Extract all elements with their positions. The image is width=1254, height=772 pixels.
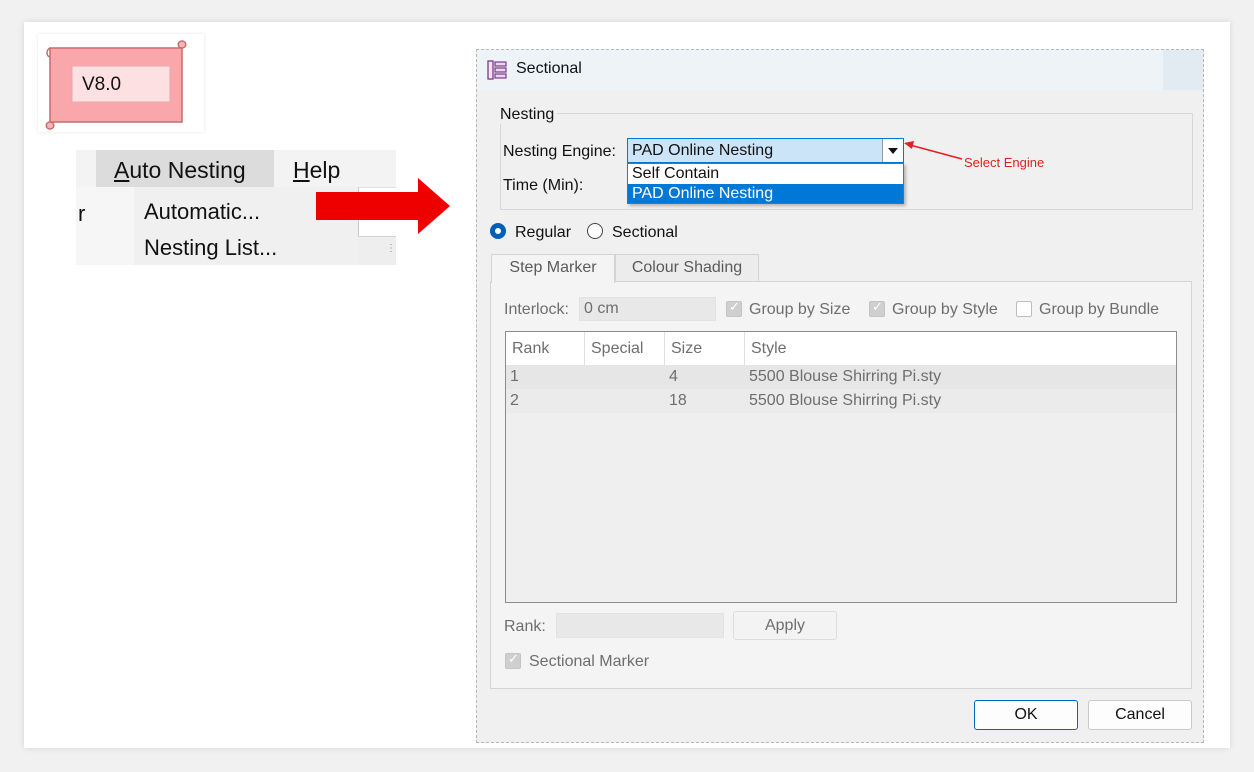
cell-rank: 1 (510, 368, 519, 385)
option-pad-online-nesting[interactable]: PAD Online Nesting (628, 184, 903, 203)
nesting-engine-select[interactable]: PAD Online Nesting (627, 138, 904, 163)
interlock-label: Interlock: (504, 301, 569, 318)
radio-sectional[interactable] (587, 223, 603, 239)
nesting-engine-value: PAD Online Nesting (632, 142, 774, 159)
table-row[interactable]: 1 4 5500 Blouse Shirring Pi.sty (506, 365, 1176, 389)
cell-style: 5500 Blouse Shirring Pi.sty (749, 368, 942, 385)
grip-icon: ⋮ (386, 243, 396, 254)
nesting-group-label: Nesting (500, 106, 558, 124)
sectional-marker-checkbox[interactable] (505, 652, 521, 669)
group-by-bundle-label[interactable]: Group by Bundle (1039, 301, 1159, 319)
dialog-title: Sectional (516, 60, 582, 77)
table-header: Rank Special Size Style (506, 332, 1176, 366)
radio-regular[interactable] (490, 223, 506, 239)
rank-input[interactable] (556, 613, 724, 638)
rank-label: Rank: (504, 618, 546, 635)
radio-regular-label[interactable]: Regular (515, 224, 571, 242)
version-label: V8.0 (82, 74, 122, 95)
titlebar-control-area (1163, 50, 1203, 90)
chevron-down-icon (888, 148, 898, 154)
tab-step-marker[interactable]: Step Marker (491, 254, 615, 283)
ok-button[interactable]: OK (974, 700, 1078, 730)
group-by-size-label[interactable]: Group by Size (749, 301, 850, 319)
annotation-select-engine: Select Engine (964, 155, 1045, 170)
cell-rank: 2 (510, 392, 519, 409)
dialog-titlebar: Sectional (477, 50, 1203, 90)
rank-table: Rank Special Size Style 1 4 5500 Blouse … (505, 331, 1177, 603)
interlock-input[interactable]: 0 cm (579, 297, 716, 321)
column-rank[interactable]: Rank (506, 332, 585, 365)
nesting-engine-label: Nesting Engine: (503, 143, 616, 160)
table-row[interactable]: 2 18 5500 Blouse Shirring Pi.sty (506, 389, 1176, 413)
menu-right-stub: ⋮ (358, 236, 396, 265)
group-by-style-label[interactable]: Group by Style (892, 301, 998, 319)
step-marker-panel: Interlock: 0 cm Group by Size Group by S… (490, 281, 1192, 689)
menu-auto-nesting[interactable]: Auto Nesting (114, 157, 246, 184)
column-style[interactable]: Style (745, 332, 1176, 365)
sectional-dialog: Sectional Nesting Nesting Engine: PAD On… (476, 49, 1204, 743)
cell-style: 5500 Blouse Shirring Pi.sty (749, 392, 942, 409)
group-by-size-checkbox[interactable] (726, 300, 742, 317)
radio-sectional-label[interactable]: Sectional (612, 224, 678, 242)
cell-size: 4 (669, 368, 678, 385)
menu-item-automatic[interactable]: Automatic... (144, 199, 260, 225)
sectional-app-icon (487, 60, 507, 80)
option-self-contain[interactable]: Self Contain (628, 164, 903, 183)
nesting-engine-options: Self Contain PAD Online Nesting (627, 163, 904, 204)
column-size[interactable]: Size (665, 332, 745, 365)
cancel-button[interactable]: Cancel (1088, 700, 1192, 730)
sectional-marker-label[interactable]: Sectional Marker (529, 653, 649, 671)
group-by-bundle-checkbox[interactable] (1016, 301, 1032, 317)
menu-item-nesting-list[interactable]: Nesting List... (144, 235, 277, 261)
cell-size: 18 (669, 392, 687, 409)
menu-left-stub: r (76, 187, 135, 265)
combo-dropdown-button[interactable] (882, 139, 903, 162)
tab-colour-shading[interactable]: Colour Shading (615, 254, 759, 282)
apply-button[interactable]: Apply (733, 611, 837, 640)
annotation-arrow-icon (904, 141, 963, 160)
group-by-style-checkbox[interactable] (869, 300, 885, 317)
time-label: Time (Min): (503, 177, 584, 194)
column-special[interactable]: Special (585, 332, 665, 365)
red-arrow-icon (316, 178, 450, 234)
menu-left-stub-text: r (78, 201, 86, 226)
